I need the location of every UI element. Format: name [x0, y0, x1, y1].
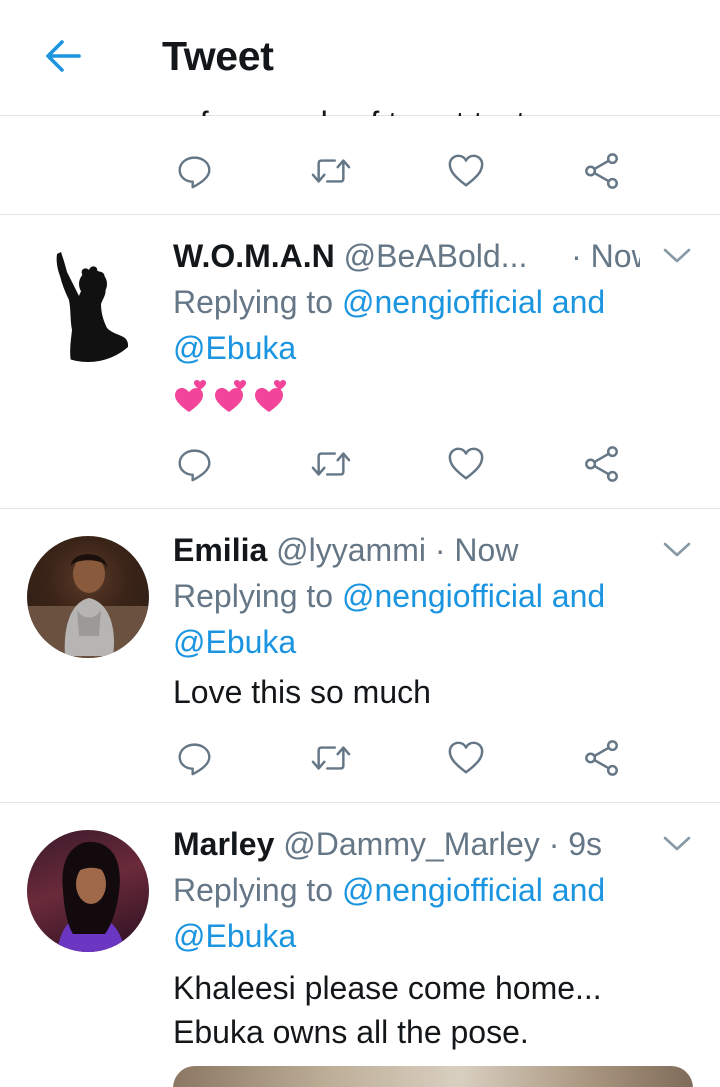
divider	[0, 508, 720, 509]
reply-icon	[176, 446, 213, 483]
share-icon	[583, 739, 621, 777]
reply-button[interactable]	[164, 434, 224, 494]
silhouette-avatar-image	[56, 252, 129, 362]
tweet-media-image[interactable]	[173, 1066, 693, 1087]
tweet-text: Love this so much	[173, 674, 431, 710]
timestamp: · Now	[434, 532, 519, 568]
share-button[interactable]	[572, 728, 632, 788]
replying-to-line: @Ebuka	[173, 326, 673, 371]
reply-icon	[176, 153, 213, 190]
heart-emoji-icon	[175, 380, 286, 412]
retweet-button[interactable]	[301, 728, 361, 788]
reply-button[interactable]	[164, 141, 224, 201]
tweet-text	[173, 378, 693, 418]
tweet-item[interactable]: W.O.M.A.N @BeABold... · Now Replying to …	[0, 234, 720, 506]
back-button[interactable]	[38, 34, 88, 78]
retweet-icon	[310, 739, 352, 777]
display-name[interactable]: Emilia	[173, 532, 267, 568]
timestamp: · 9s	[548, 826, 603, 862]
divider	[0, 802, 720, 803]
avatar[interactable]	[27, 536, 149, 658]
replying-to-line: @Ebuka	[173, 620, 673, 665]
replying-to-line: Replying to @nengiofficial and	[173, 868, 673, 913]
tweet-menu-button[interactable]	[660, 240, 694, 270]
like-icon	[447, 739, 485, 777]
user-handle[interactable]: @BeABold...	[344, 238, 528, 274]
reply-icon	[176, 740, 213, 777]
profile-photo-image	[27, 554, 149, 658]
like-icon	[447, 445, 485, 483]
top-app-bar: Tweet a few words of tweet text	[0, 0, 720, 116]
chevron-down-icon	[662, 245, 692, 265]
tweet-header: W.O.M.A.N @BeABold... · Now	[173, 234, 640, 278]
partial-tweet-text: a few words of tweet text	[173, 101, 525, 116]
page-title: Tweet	[162, 33, 274, 79]
like-button[interactable]	[436, 728, 496, 788]
tweet-header: Emilia @lyyammi · Now	[173, 528, 640, 572]
profile-photo-image	[57, 841, 125, 952]
mention-link[interactable]: @nengiofficial and	[342, 284, 605, 320]
tweet-actions	[0, 728, 720, 788]
display-name[interactable]: Marley	[173, 826, 274, 862]
divider	[0, 214, 720, 215]
share-button[interactable]	[572, 141, 632, 201]
like-button[interactable]	[436, 434, 496, 494]
mention-link[interactable]: @Ebuka	[173, 624, 296, 660]
mention-link[interactable]: @Ebuka	[173, 918, 296, 954]
share-icon	[583, 445, 621, 483]
avatar[interactable]	[27, 830, 149, 952]
tweet-actions	[0, 141, 720, 201]
timestamp: · Now	[571, 238, 640, 274]
tweet-menu-button[interactable]	[660, 828, 694, 858]
user-handle[interactable]: @lyyammi	[276, 532, 426, 568]
tweet-text-line: Ebuka owns all the pose.	[173, 1014, 529, 1050]
replying-to-line: Replying to @nengiofficial and	[173, 280, 673, 325]
retweet-icon	[310, 445, 352, 483]
tweet-item[interactable]: Emilia @lyyammi · Now Replying to @nengi…	[0, 528, 720, 800]
replying-to-label: Replying to	[173, 578, 334, 614]
replying-to-label: Replying to	[173, 872, 334, 908]
tweet-menu-button[interactable]	[660, 534, 694, 564]
tweet-text-line: Khaleesi please come home...	[173, 970, 602, 1006]
mention-link[interactable]: @nengiofficial and	[342, 872, 605, 908]
share-icon	[583, 152, 621, 190]
avatar[interactable]	[27, 240, 149, 362]
retweet-button[interactable]	[301, 141, 361, 201]
reply-button[interactable]	[164, 728, 224, 788]
share-button[interactable]	[572, 434, 632, 494]
replying-to-label: Replying to	[173, 284, 334, 320]
retweet-button[interactable]	[301, 434, 361, 494]
replying-to-line: Replying to @nengiofficial and	[173, 574, 673, 619]
user-handle[interactable]: @Dammy_Marley	[283, 826, 540, 862]
like-button[interactable]	[436, 141, 496, 201]
retweet-icon	[310, 152, 352, 190]
like-icon	[447, 152, 485, 190]
tweet-item[interactable]: Marley @Dammy_Marley · 9s Replying to @n…	[0, 822, 720, 1087]
mention-link[interactable]: @nengiofficial and	[342, 578, 605, 614]
back-arrow-icon	[46, 40, 81, 72]
chevron-down-icon	[662, 833, 692, 853]
mention-link[interactable]: @Ebuka	[173, 330, 296, 366]
replying-to-line: @Ebuka	[173, 914, 673, 959]
tweet-actions	[0, 434, 720, 494]
chevron-down-icon	[662, 539, 692, 559]
tweet-header: Marley @Dammy_Marley · 9s	[173, 822, 640, 866]
display-name[interactable]: W.O.M.A.N	[173, 238, 335, 274]
